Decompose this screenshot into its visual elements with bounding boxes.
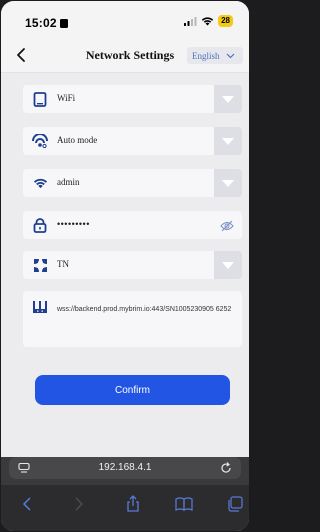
browser-forward-button[interactable] [69,494,89,514]
mode-value: Auto mode [57,135,98,145]
server-url-field[interactable]: wss://backend.prod.mybrim.io:443/SN10052… [23,291,242,347]
share-icon [127,495,139,512]
address-text: 192.168.4.1 [98,462,152,473]
time-text: 15:02 [25,16,57,30]
mode-select[interactable]: Auto mode [23,127,242,155]
chevron-left-icon [17,48,25,62]
region-dropdown[interactable] [214,251,242,279]
region-select[interactable]: TN [23,251,242,279]
connection-type-dropdown[interactable] [214,85,242,113]
status-bar: 15:02 28 [1,1,249,37]
confirm-button[interactable]: Confirm [35,375,230,405]
reload-icon[interactable] [219,461,233,475]
ssid-value: admin [57,177,80,187]
tablet-icon [32,91,48,107]
chevron-down-icon [226,53,234,58]
caret-down-icon [222,137,234,145]
browser-back-button[interactable] [17,494,37,514]
share-button[interactable] [123,494,143,514]
eye-slash-icon [220,220,234,232]
chevron-right-icon [75,497,84,511]
caret-down-icon [222,261,234,269]
region-icon [32,257,48,273]
language-selector[interactable]: English [187,47,243,64]
status-time: 15:02 [25,16,68,30]
system-icons: 28 [184,14,233,28]
wifi-status-icon [201,17,214,26]
tabs-button[interactable] [225,494,245,514]
server-icon [32,300,48,316]
password-value: ••••••••• [57,219,90,229]
ssid-select[interactable]: admin [23,169,242,197]
password-visibility-toggle[interactable] [220,219,234,232]
connection-type-value: WiFi [57,93,76,103]
bookmarks-button[interactable] [174,494,194,514]
browser-toolbar: 192.168.4.1 [1,457,249,531]
book-icon [175,497,193,511]
navigation-bar: Network Settings English [1,37,249,73]
ssid-dropdown[interactable] [214,169,242,197]
cellular-signal-icon [184,16,197,26]
chevron-left-icon [22,497,31,511]
tabs-icon [228,496,243,512]
mode-dropdown[interactable] [214,127,242,155]
phone-screen: 15:02 28 Network Settings English WiFi A… [0,0,250,532]
page-title: Network Settings [85,48,175,62]
back-button[interactable] [13,45,31,65]
password-field[interactable]: ••••••••• [23,211,242,239]
caret-down-icon [222,95,234,103]
address-bar[interactable]: 192.168.4.1 [9,457,241,479]
network-settings-form: WiFi Auto mode admin ••••••••• TN wss://… [1,73,249,458]
caret-down-icon [222,179,234,187]
auto-mode-icon [32,133,48,149]
browser-tab-bar [1,485,249,531]
language-label: English [192,50,220,61]
notification-badge-icon [59,19,68,28]
wifi-icon [32,175,48,191]
connection-type-select[interactable]: WiFi [23,85,242,113]
battery-icon: 28 [218,15,233,27]
server-url-value: wss://backend.prod.mybrim.io:443/SN10052… [57,306,232,313]
region-value: TN [57,259,69,269]
lock-icon [32,217,48,233]
